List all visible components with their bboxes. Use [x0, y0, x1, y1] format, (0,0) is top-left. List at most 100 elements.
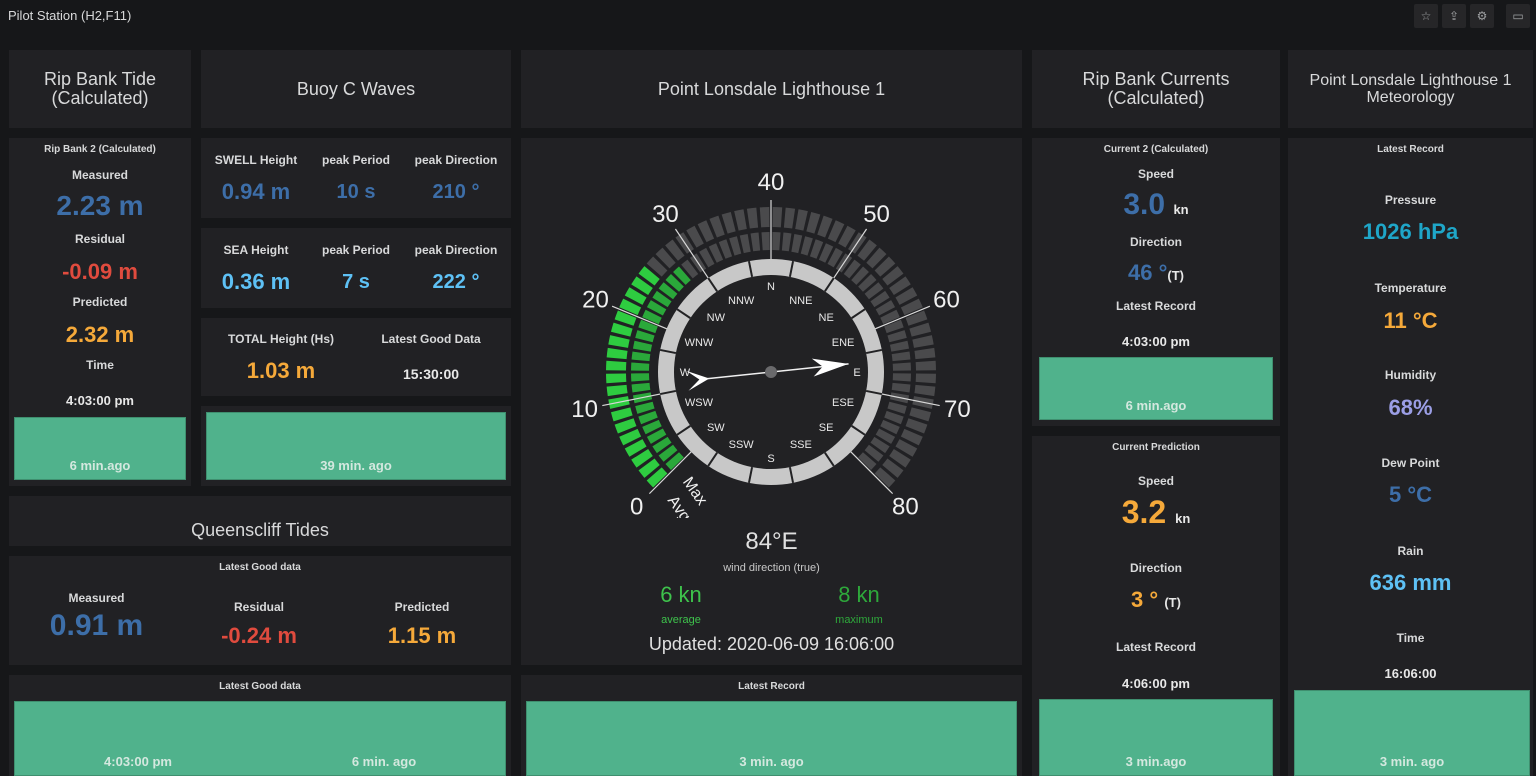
gear-icon: ⚙ — [1476, 9, 1488, 23]
direction-value: 3 ° (T) — [1032, 587, 1280, 613]
predicted-value: 2.32 m — [65, 322, 135, 347]
status-indicator: 39 min. ago — [206, 412, 506, 480]
scale-tick-label: 70 — [944, 396, 971, 423]
swell-height-label: SWELL Height — [214, 153, 298, 167]
avg-speed-segment — [610, 322, 633, 337]
pressure-value: 1026 hPa — [1362, 219, 1459, 244]
max-speed-segment — [889, 340, 910, 352]
status-time: 4:03:00 pm — [104, 754, 172, 769]
maximum-speed-label: maximum — [835, 614, 883, 626]
queenscliff-status-panel: Latest Good data 4:03:00 pm 6 min. ago — [9, 675, 511, 776]
dashboard-title[interactable]: Pilot Station (H2,F11) — [8, 8, 131, 23]
avg-speed-segment — [746, 207, 759, 229]
pressure-label: Pressure — [1384, 193, 1437, 207]
scale-tick-label: 20 — [582, 286, 609, 313]
latest-good-data-label: Latest Good Data — [381, 332, 481, 346]
max-speed-segment — [739, 233, 751, 254]
star-icon: ☆ — [1420, 9, 1432, 23]
direction-number: 46 ° — [1128, 260, 1168, 285]
max-speed-segment — [891, 351, 911, 362]
speed-number: 3.0 — [1123, 188, 1166, 221]
max-speed-segment — [635, 330, 655, 343]
rip-bank-currents-header: Rip Bank Currents (Calculated) — [1032, 50, 1280, 128]
current-calculated-panel: Current 2 (Calculated) Speed 3.0 kn Dire… — [1032, 138, 1280, 426]
updated-timestamp: Updated: 2020-06-09 16:06:00 — [648, 634, 895, 654]
temperature-label: Temperature — [1374, 281, 1447, 295]
max-speed-segment — [791, 233, 803, 254]
lighthouse-wind-header: Point Lonsdale Lighthouse 1 — [521, 50, 1022, 128]
avg-speed-segment — [914, 347, 936, 360]
status-ago: 6 min. ago — [351, 754, 417, 769]
tv-mode-button[interactable]: ▭ — [1506, 4, 1530, 28]
speed-unit: kn — [1175, 511, 1191, 526]
max-speed-segment — [887, 401, 907, 414]
average-speed-value: 6 kn — [660, 582, 702, 607]
panel-subtitle: Current 2 (Calculated) — [1103, 144, 1209, 155]
measured-label: Measured — [68, 591, 125, 605]
max-speed-segment — [800, 236, 813, 256]
max-speed-segment — [729, 236, 742, 256]
avg-speed-segment — [909, 322, 932, 337]
time-label: Time — [1396, 631, 1425, 645]
time-value: 16:06:00 — [1384, 666, 1437, 681]
compass-point-label: NW — [707, 312, 726, 324]
compass-point-label: W — [680, 367, 691, 379]
compass-point-label: S — [767, 453, 774, 465]
avg-speed-segment — [606, 347, 628, 360]
sea-period-label: peak Period — [321, 243, 391, 257]
max-speed-segment — [631, 351, 651, 362]
avg-speed-segment — [909, 407, 932, 422]
status-indicator: 6 min.ago — [14, 417, 186, 480]
sea-height-value: 0.36 m — [221, 269, 291, 294]
max-speed-segment — [632, 340, 653, 352]
status-indicator: 3 min. ago — [1294, 690, 1530, 776]
swell-direction-label: peak Direction — [414, 153, 498, 167]
max-speed-segment — [781, 232, 792, 252]
share-button[interactable]: ⇪ — [1442, 4, 1466, 28]
compass-point-label: E — [853, 367, 860, 379]
time-value: 4:03:00 pm — [66, 393, 134, 408]
speed-label: Speed — [1137, 474, 1174, 488]
compass-point-label: N — [767, 281, 775, 293]
status-indicator: 3 min.ago — [1039, 699, 1273, 776]
max-speed-segment — [635, 401, 655, 414]
swell-height-value: 0.94 m — [221, 179, 291, 204]
buoy-status-panel: 39 min. ago — [201, 406, 511, 486]
rip-bank-tide-header-text: Rip Bank Tide (Calculated) — [43, 69, 157, 108]
temperature-value: 11 °C — [1383, 308, 1438, 333]
scale-tick-label: 50 — [863, 201, 890, 228]
status-ago: 3 min. ago — [739, 754, 804, 769]
avg-speed-segment — [606, 384, 628, 397]
status-indicator: 4:03:00 pm 6 min. ago — [14, 701, 506, 776]
avg-speed-segment — [914, 384, 936, 397]
panel-subtitle: Latest Record — [738, 681, 805, 692]
compass-point-label: NNE — [789, 295, 812, 307]
sea-direction-value: 222 ° — [432, 271, 480, 293]
dewpoint-label: Dew Point — [1381, 456, 1440, 470]
settings-button[interactable]: ⚙ — [1470, 4, 1494, 28]
compass-point-label: ENE — [832, 337, 855, 349]
max-speed-segment — [631, 373, 650, 382]
queenscliff-tides-header-text: Queenscliff Tides — [191, 519, 329, 540]
panel-subtitle: Current Prediction — [1112, 442, 1200, 453]
predicted-label: Predicted — [394, 600, 450, 614]
avg-speed-segment — [772, 207, 783, 228]
total-height-label: TOTAL Height (Hs) — [228, 332, 334, 346]
humidity-label: Humidity — [1384, 368, 1437, 382]
swell-period-value: 10 s — [336, 181, 376, 203]
compass-point-label: NE — [819, 312, 834, 324]
avg-speed-segment — [721, 211, 736, 234]
top-bar: Pilot Station (H2,F11) ☆ ⇪ ⚙ ▭ — [0, 0, 1536, 34]
latest-record-value: 4:06:00 pm — [1122, 676, 1190, 691]
compass-point-label: SSW — [729, 439, 755, 451]
maximum-speed-value: 8 kn — [838, 582, 880, 607]
scale-tick-label: 40 — [758, 169, 785, 196]
avg-speed-segment — [610, 407, 633, 422]
compass-center — [765, 366, 777, 378]
star-button[interactable]: ☆ — [1414, 4, 1438, 28]
status-ago: 6 min.ago — [1125, 398, 1187, 413]
speed-value: 3.2 kn — [1032, 494, 1280, 531]
avg-speed-segment — [795, 209, 808, 231]
wind-gauge-panel: 0 10 20 30 40 50 60 70 80 Avg Max N NNE NE ENE E ESE SE SS… — [521, 138, 1022, 665]
compass-point-label: NNW — [728, 295, 755, 307]
